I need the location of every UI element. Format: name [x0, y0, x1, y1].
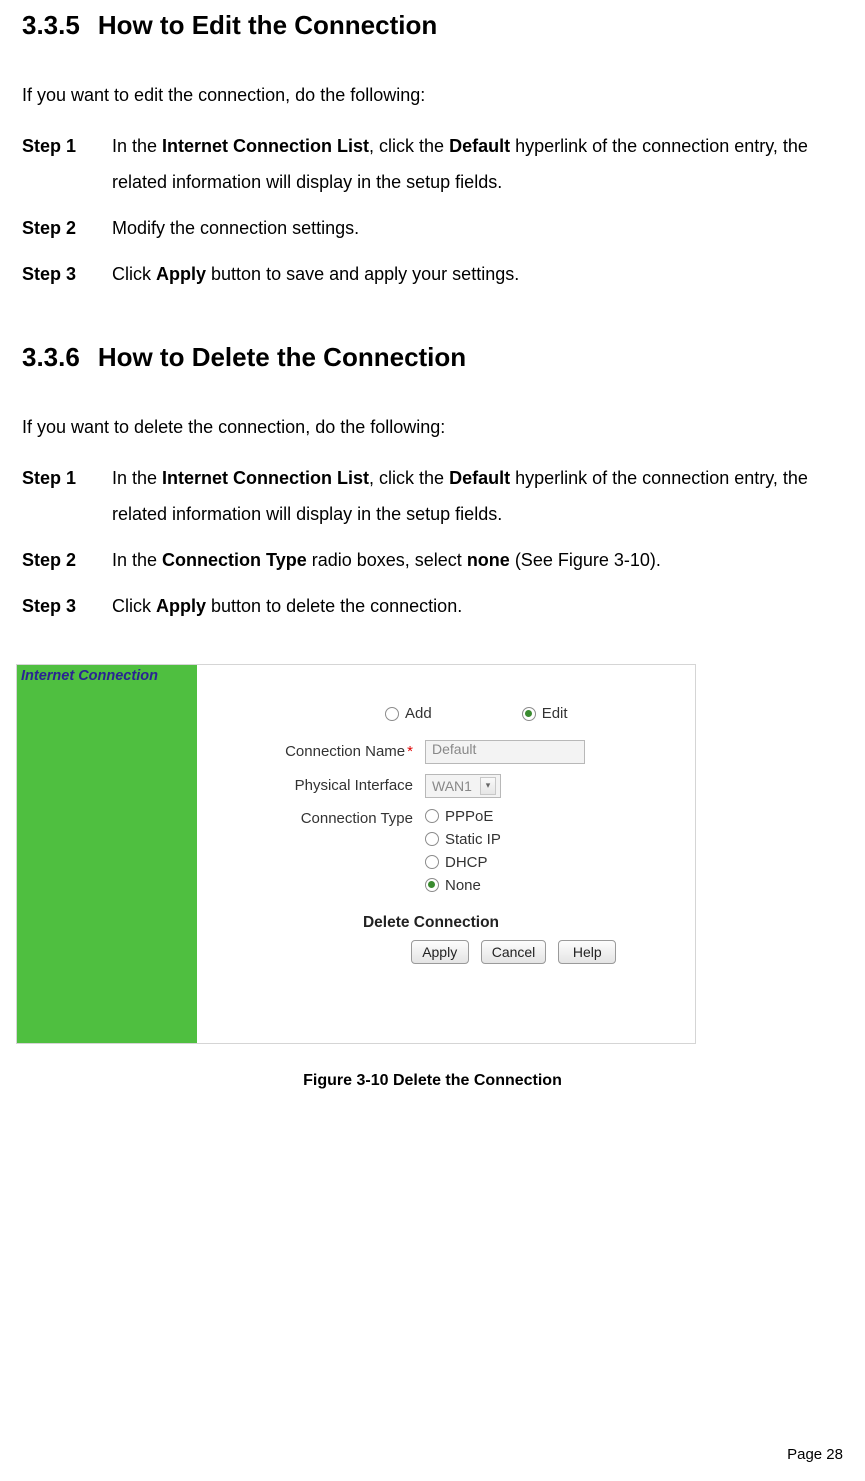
step-label: Step 2: [22, 542, 112, 578]
intro-335: If you want to edit the connection, do t…: [22, 81, 843, 110]
step-335-2: Step 2 Modify the connection settings.: [22, 210, 843, 246]
figure-main: Add Edit Connection Name* Default Physic…: [197, 665, 695, 1043]
conn-type-static-ip[interactable]: Static IP: [425, 831, 501, 848]
radio-icon: [425, 855, 439, 869]
help-button[interactable]: Help: [558, 940, 616, 964]
figure-panel: Internet Connection Add Edit Connection …: [16, 664, 696, 1044]
heading-335: 3.3.5 How to Edit the Connection: [22, 10, 843, 41]
heading-336-title: How to Delete the Connection: [98, 342, 466, 372]
heading-335-title: How to Edit the Connection: [98, 10, 437, 40]
step-336-1: Step 1 In the Internet Connection List, …: [22, 460, 843, 532]
heading-336-number: 3.3.6: [22, 342, 80, 373]
mode-add-option[interactable]: Add: [385, 705, 432, 722]
step-label: Step 3: [22, 588, 112, 624]
required-asterisk: *: [407, 743, 413, 760]
mode-edit-label: Edit: [542, 705, 568, 722]
radio-icon: [425, 809, 439, 823]
conn-type-label: Connection Type: [215, 808, 425, 827]
delete-connection-label: Delete Connection: [185, 914, 677, 932]
conn-type-none[interactable]: None: [425, 877, 501, 894]
step-body: Click Apply button to save and apply you…: [112, 256, 843, 292]
phy-if-value: WAN1: [432, 778, 472, 794]
heading-336: 3.3.6 How to Delete the Connection: [22, 342, 843, 373]
step-body: In the Internet Connection List, click t…: [112, 460, 843, 532]
conn-name-input[interactable]: Default: [425, 740, 585, 764]
step-body: In the Internet Connection List, click t…: [112, 128, 843, 200]
step-label: Step 1: [22, 128, 112, 200]
sidebar-title: Internet Connection: [21, 668, 158, 684]
step-335-3: Step 3 Click Apply button to save and ap…: [22, 256, 843, 292]
phy-if-label: Physical Interface: [215, 777, 425, 794]
step-label: Step 1: [22, 460, 112, 532]
intro-336: If you want to delete the connection, do…: [22, 413, 843, 442]
step-336-2: Step 2 In the Connection Type radio boxe…: [22, 542, 843, 578]
step-label: Step 2: [22, 210, 112, 246]
radio-icon: [425, 832, 439, 846]
conn-type-pppoe[interactable]: PPPoE: [425, 808, 501, 825]
step-body: Modify the connection settings.: [112, 210, 843, 246]
cancel-button[interactable]: Cancel: [481, 940, 547, 964]
page-number: Page 28: [787, 1446, 843, 1463]
step-body: Click Apply button to delete the connect…: [112, 588, 843, 624]
radio-icon: [522, 707, 536, 721]
step-body: In the Connection Type radio boxes, sele…: [112, 542, 843, 578]
apply-button[interactable]: Apply: [411, 940, 469, 964]
figure-caption: Figure 3-10 Delete the Connection: [22, 1072, 843, 1090]
step-336-3: Step 3 Click Apply button to delete the …: [22, 588, 843, 624]
chevron-down-icon: ▾: [480, 777, 496, 795]
step-335-1: Step 1 In the Internet Connection List, …: [22, 128, 843, 200]
mode-add-label: Add: [405, 705, 432, 722]
step-label: Step 3: [22, 256, 112, 292]
heading-335-number: 3.3.5: [22, 10, 80, 41]
radio-icon: [385, 707, 399, 721]
radio-icon: [425, 878, 439, 892]
conn-type-dhcp[interactable]: DHCP: [425, 854, 501, 871]
figure-sidebar: Internet Connection: [17, 665, 197, 1043]
phy-if-select[interactable]: WAN1 ▾: [425, 774, 501, 798]
mode-edit-option[interactable]: Edit: [522, 705, 568, 722]
conn-name-label: Connection Name*: [215, 743, 425, 760]
